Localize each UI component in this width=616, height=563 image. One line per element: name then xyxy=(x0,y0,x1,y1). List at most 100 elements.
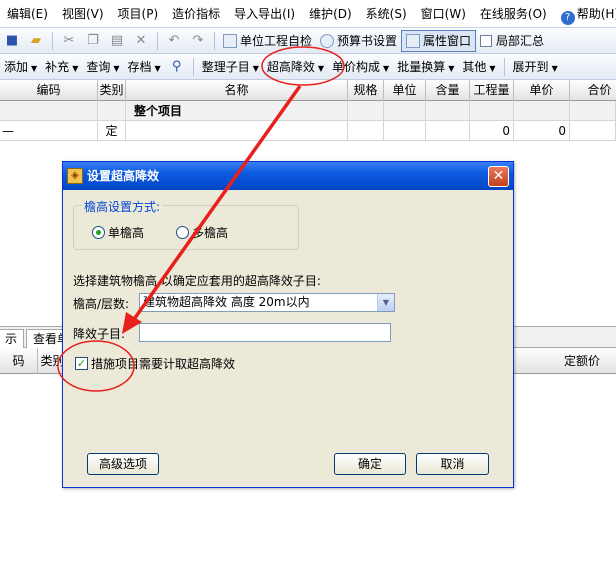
query-label: 查询 xyxy=(86,59,111,74)
grid-icon xyxy=(223,33,237,48)
binoculars-icon[interactable]: ⚲ xyxy=(167,57,187,77)
other-dropdown[interactable]: 其他 ▼ xyxy=(458,54,499,79)
column-header-spec[interactable]: 规格 xyxy=(348,80,384,101)
archive-dropdown[interactable]: 存档 ▼ xyxy=(124,54,165,79)
measure-item-checkbox[interactable]: ✓ 措施项目需要计取超高降效 xyxy=(75,355,235,372)
delete-icon[interactable]: ✕ xyxy=(131,31,151,51)
chevron-down-icon[interactable]: ▼ xyxy=(377,294,394,311)
partial-summary-toggle[interactable]: 局部汇总 xyxy=(476,30,548,52)
undo-icon[interactable]: ↶ xyxy=(164,31,184,51)
column-header-type[interactable]: 类别 xyxy=(98,80,126,101)
super-high-efficiency-label: 超高降效 xyxy=(266,59,315,74)
property-window-button[interactable]: 属性窗口 xyxy=(401,29,477,52)
menu-import-export[interactable]: 导入导出(I) xyxy=(227,0,302,27)
caret-down-icon: ▼ xyxy=(489,63,496,73)
unit-check-label: 单位工程自检 xyxy=(240,34,313,48)
open-folder-icon[interactable]: ▰ xyxy=(26,31,46,51)
cancel-button[interactable]: 取消 xyxy=(416,453,489,475)
column-header-name[interactable]: 名称 xyxy=(126,80,348,101)
lower-column-code[interactable]: 码 xyxy=(0,348,38,374)
menu-project[interactable]: 项目(P) xyxy=(111,0,166,27)
paste-icon[interactable]: ▤ xyxy=(107,31,127,51)
menu-view[interactable]: 视图(V) xyxy=(55,0,111,27)
organize-subitems-dropdown[interactable]: 整理子目 ▼ xyxy=(198,54,263,79)
menu-maintain[interactable]: 维护(D) xyxy=(302,0,359,27)
batch-convert-dropdown[interactable]: 批量换算 ▼ xyxy=(393,54,458,79)
cell-type xyxy=(98,101,126,121)
close-button[interactable]: ✕ xyxy=(488,166,509,187)
cell-name: 整个项目 xyxy=(126,101,348,121)
multi-eave-radio[interactable]: 多檐高 xyxy=(176,224,228,241)
menu-online[interactable]: 在线服务(O) xyxy=(473,0,554,27)
property-window-label: 属性窗口 xyxy=(423,34,472,48)
subitem-label: 降效子目: xyxy=(73,327,126,341)
cell-price: 0 xyxy=(514,121,570,141)
add-dropdown[interactable]: 添加 ▼ xyxy=(0,54,41,79)
toolbar-divider xyxy=(214,31,215,50)
cut-icon[interactable]: ✂ xyxy=(59,31,79,51)
cell-type: 定 xyxy=(98,121,126,141)
eave-select[interactable]: 建筑物超高降效 高度 20m以内 ▼ xyxy=(139,293,395,312)
cell-code xyxy=(0,101,98,121)
cell-spec xyxy=(348,101,384,121)
tab-display[interactable]: 示 xyxy=(0,329,25,349)
save-icon[interactable]: ■ xyxy=(2,31,22,51)
column-header-code[interactable]: 编码 xyxy=(0,80,98,101)
column-header-price[interactable]: 单价 xyxy=(514,80,570,101)
caret-down-icon: ▼ xyxy=(383,63,390,73)
budget-settings-button[interactable]: 预算书设置 xyxy=(316,30,401,52)
menu-edit[interactable]: 编辑(E) xyxy=(0,0,55,27)
cell-code: — xyxy=(0,121,98,141)
advanced-options-button[interactable]: 高级选项 xyxy=(87,453,159,475)
menu-window[interactable]: 窗口(W) xyxy=(414,0,473,27)
expand-to-label: 展开到 xyxy=(512,59,549,74)
dialog-title-bar[interactable]: ◈ 设置超高降效 ✕ xyxy=(63,162,513,190)
caret-down-icon: ▼ xyxy=(551,63,558,73)
help-icon: ? xyxy=(560,10,575,25)
menu-help[interactable]: ? 帮助(H) xyxy=(554,0,616,27)
single-eave-radio[interactable]: 单檐高 xyxy=(92,224,144,241)
cell-spec xyxy=(348,121,384,141)
menu-cost-index[interactable]: 造价指标 xyxy=(165,0,227,27)
single-eave-label: 单檐高 xyxy=(108,226,145,240)
cell-ratio xyxy=(426,101,470,121)
query-dropdown[interactable]: 查询 ▼ xyxy=(82,54,123,79)
unit-check-button[interactable]: 单位工程自检 xyxy=(219,30,316,52)
toolbar-divider xyxy=(52,31,53,50)
supplement-dropdown[interactable]: 补充 ▼ xyxy=(41,54,82,79)
caret-down-icon: ▼ xyxy=(72,63,79,73)
ok-button[interactable]: 确定 xyxy=(334,453,406,475)
supplement-label: 补充 xyxy=(45,59,70,74)
copy-icon[interactable]: ❐ xyxy=(83,31,103,51)
lower-column-quota-price[interactable]: 定额价 xyxy=(548,348,616,374)
caret-down-icon: ▼ xyxy=(448,63,455,73)
subitem-input[interactable] xyxy=(139,323,391,342)
batch-convert-label: 批量换算 xyxy=(397,59,446,74)
column-header-total[interactable]: 合价 xyxy=(570,80,616,101)
gear-icon xyxy=(320,33,335,48)
redo-icon[interactable]: ↷ xyxy=(188,31,208,51)
partial-summary-checkbox[interactable] xyxy=(480,34,493,47)
column-header-quantity[interactable]: 工程量 xyxy=(470,80,514,101)
table-row[interactable]: 整个项目 xyxy=(0,101,616,121)
toolbar-standard: ■ ▰ ✂ ❐ ▤ ✕ ↶ ↷ 单位工程自检 预算书设置 属性窗口 局部汇总 xyxy=(0,28,616,54)
column-header-ratio[interactable]: 含量 xyxy=(426,80,470,101)
menu-system[interactable]: 系统(S) xyxy=(359,0,414,27)
instruction-text: 选择建筑物檐高,以确定应套用的超高降效子目: xyxy=(73,274,321,288)
cell-unit xyxy=(384,101,426,121)
budget-settings-label: 预算书设置 xyxy=(337,34,398,48)
close-icon: ✕ xyxy=(492,168,505,184)
cell-price xyxy=(514,101,570,121)
measure-item-label: 措施项目需要计取超高降效 xyxy=(91,357,236,371)
super-high-efficiency-dropdown[interactable]: 超高降效 ▼ xyxy=(263,54,328,79)
other-label: 其他 xyxy=(462,59,487,74)
table-row[interactable]: — 定 0 0 xyxy=(0,121,616,141)
dialog-title: 设置超高降效 xyxy=(87,169,160,183)
eave-mode-legend: 檐高设置方式: xyxy=(82,198,163,215)
menu-bar: 编辑(E) 视图(V) 项目(P) 造价指标 导入导出(I) 维护(D) 系统(… xyxy=(0,0,616,28)
unit-price-dropdown[interactable]: 单价构成 ▼ xyxy=(328,54,393,79)
caret-down-icon: ▼ xyxy=(317,63,325,73)
column-header-unit[interactable]: 单位 xyxy=(384,80,426,101)
expand-to-dropdown[interactable]: 展开到 ▼ xyxy=(509,54,562,79)
checkmark-icon: ✓ xyxy=(75,357,88,370)
